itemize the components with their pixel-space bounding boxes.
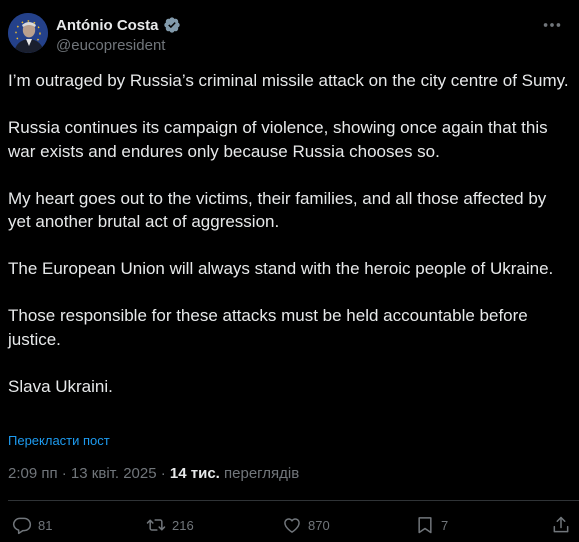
action-bar: 81 216 870 7 xyxy=(8,512,571,538)
views-count: 14 тис. xyxy=(169,465,220,482)
post-text: I’m outraged by Russia’s criminal missil… xyxy=(8,69,569,398)
views-label: переглядів xyxy=(224,465,300,482)
post-paragraph: Russia continues its campaign of violenc… xyxy=(8,118,548,161)
post-timestamp[interactable]: 2:09 пп · 13 квіт. 2025 · xyxy=(8,465,166,482)
bookmark-count: 7 xyxy=(441,517,449,533)
post-paragraph: My heart goes out to the victims, their … xyxy=(8,188,547,232)
post-header: António Costa @eucopresident xyxy=(8,10,563,58)
post-card: António Costa @eucopresident I’m outrage… xyxy=(0,0,579,542)
author-name[interactable]: António Costa xyxy=(56,16,181,34)
repost-button[interactable]: 216 xyxy=(146,512,194,538)
translate-post-link[interactable]: Перекласти пост xyxy=(8,433,110,448)
more-options-icon[interactable] xyxy=(541,14,563,36)
repost-icon xyxy=(146,519,166,531)
reply-button[interactable]: 81 xyxy=(12,512,52,538)
divider xyxy=(8,500,579,501)
heart-icon xyxy=(284,518,300,533)
post-paragraph: Slava Ukraini. xyxy=(8,376,113,396)
verified-badge-icon xyxy=(163,17,180,33)
post-paragraph: I’m outraged by Russia’s criminal missil… xyxy=(8,71,569,90)
reply-count: 81 xyxy=(38,517,53,533)
like-count: 870 xyxy=(308,517,330,533)
author-name-label: António Costa xyxy=(56,16,159,34)
avatar-image xyxy=(8,13,48,53)
share-icon xyxy=(553,516,569,533)
author-handle[interactable]: @eucopresident xyxy=(56,37,165,54)
post-paragraph: The European Union will always stand wit… xyxy=(8,259,554,278)
share-button[interactable] xyxy=(551,512,571,538)
like-button[interactable]: 870 xyxy=(282,512,330,538)
reply-icon xyxy=(12,517,32,535)
bookmark-icon xyxy=(418,517,432,534)
bookmark-button[interactable]: 7 xyxy=(415,512,448,538)
repost-count: 216 xyxy=(172,517,194,533)
post-meta: 2:09 пп · 13 квіт. 2025 · 14 тис. перегл… xyxy=(8,465,299,482)
avatar[interactable] xyxy=(8,13,48,53)
post-paragraph: Those responsible for these attacks must… xyxy=(8,306,528,349)
